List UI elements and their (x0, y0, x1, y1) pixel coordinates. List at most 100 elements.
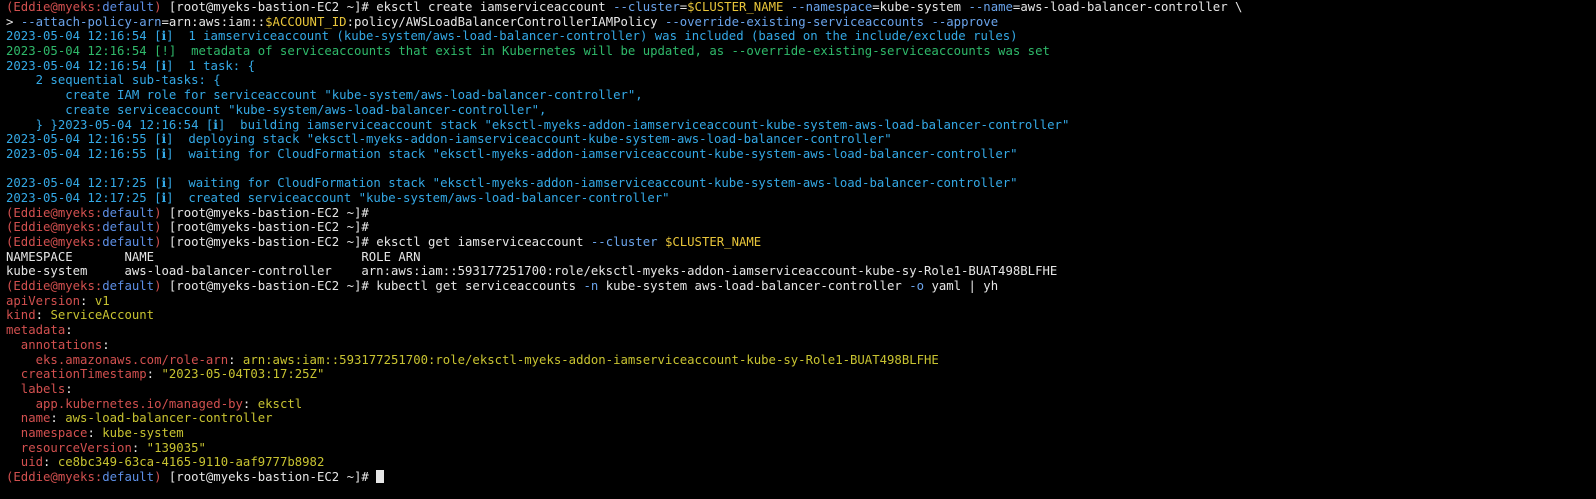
line-text: =aws-load-balancer-controller \ (1012, 0, 1243, 14)
line-text: namespace (6, 425, 88, 440)
prompt-line: (Eddie@myeks:default) [root@myeks-bastio… (6, 470, 1596, 485)
output-line: kube-system aws-load-balancer-controller… (6, 264, 1596, 279)
output-line: 2023-05-04 12:17:25 [ℹ] waiting for Clou… (6, 176, 1596, 191)
output-line: > --attach-policy-arn=arn:aws:iam::$ACCO… (6, 15, 1596, 30)
line-text: > (6, 14, 21, 29)
prompt-user: Eddie@myeks (13, 0, 95, 14)
line-text: --approve (931, 14, 999, 29)
line-text: : (35, 308, 51, 323)
line-text: --override-existing-serviceaccounts (664, 14, 925, 29)
line-text: $CLUSTER_NAME (687, 0, 784, 14)
prompt-host: [root@myeks-bastion-EC2 ~]# (161, 220, 377, 235)
output-line: namespace: kube-system (6, 426, 1596, 441)
prompt-line: (Eddie@myeks:default) [root@myeks-bastio… (6, 220, 1596, 235)
prompt-user: Eddie@myeks (13, 470, 95, 484)
line-text: : (102, 337, 110, 352)
line-text: ServiceAccount (50, 308, 155, 323)
text-cursor (376, 470, 385, 483)
line-text: :policy/AWSLoadBalancerControllerIAMPoli… (346, 14, 665, 29)
line-text: --cluster (613, 0, 680, 14)
line-text: } }2023-05-04 12:16:54 [ℹ] building iams… (6, 117, 1070, 132)
line-text: =arn:aws:iam:: (161, 14, 266, 29)
line-text: kube-system aws-load-balancer-controller (598, 279, 910, 294)
output-line: apiVersion: v1 (6, 294, 1596, 309)
prompt-line: (Eddie@myeks:default) [root@myeks-bastio… (6, 235, 1596, 250)
line-text: : (131, 440, 147, 455)
terminal-window[interactable]: (Eddie@myeks:default) [root@myeks-bastio… (0, 0, 1596, 499)
output-line: 2 sequential sub-tasks: { (6, 73, 1596, 88)
line-text: $CLUSTER_NAME (664, 235, 762, 249)
output-line: kind: ServiceAccount (6, 308, 1596, 323)
line-text: resourceVersion (6, 440, 132, 455)
line-text: =kube-system (872, 0, 969, 14)
line-text: 2023-05-04 12:16:54 [!] metadata of serv… (6, 44, 1050, 59)
line-text: : (228, 352, 243, 367)
output-line: resourceVersion: "139035" (6, 441, 1596, 456)
line-text: name (6, 411, 51, 426)
line-text: : (50, 411, 66, 426)
prompt-context: default (102, 235, 155, 249)
line-text: kube-system (102, 425, 184, 440)
line-text: v1 (94, 293, 110, 308)
prompt-context: default (102, 0, 155, 14)
output-line: annotations: (6, 338, 1596, 353)
prompt-host: [root@myeks-bastion-EC2 ~]# (161, 279, 377, 294)
prompt-line: (Eddie@myeks:default) [root@myeks-bastio… (6, 279, 1596, 294)
output-line: eks.amazonaws.com/role-arn: arn:aws:iam:… (6, 353, 1596, 368)
line-text: -o (909, 279, 925, 294)
line-text: 2023-05-04 12:16:55 [ℹ] waiting for Clou… (6, 146, 1018, 161)
line-text: metadata (6, 323, 66, 338)
prompt-host: [root@myeks-bastion-EC2 ~]# (161, 205, 377, 220)
output-line: 2023-05-04 12:16:54 [!] metadata of serv… (6, 44, 1596, 59)
line-text: kube-system aws-load-balancer-controller… (6, 264, 1058, 279)
prompt-user: Eddie@myeks (13, 220, 95, 235)
prompt-context: default (102, 220, 155, 235)
line-text: eksctl get iamserviceaccount (376, 235, 591, 249)
line-text: --namespace (790, 0, 873, 14)
line-text: 2023-05-04 12:16:54 [ℹ] 1 iamserviceacco… (6, 29, 1018, 44)
line-text: 2023-05-04 12:17:25 [ℹ] created servicea… (6, 190, 670, 205)
line-text: 2023-05-04 12:17:25 [ℹ] waiting for Clou… (6, 176, 1018, 191)
output-line: uid: ce8bc349-63ca-4165-9110-aaf9777b898… (6, 455, 1596, 470)
line-text: kind (6, 308, 36, 323)
line-text: annotations (6, 337, 103, 352)
prompt-context: default (102, 279, 155, 294)
line-text: : (146, 367, 162, 382)
line-text: labels (6, 381, 66, 396)
line-text: eks.amazonaws.com/role-arn (6, 352, 229, 367)
line-text: "139035" (146, 440, 206, 455)
output-line: 2023-05-04 12:16:54 [ℹ] 1 iamserviceacco… (6, 29, 1596, 44)
prompt-user: Eddie@myeks (13, 205, 95, 220)
prompt-context: default (102, 470, 155, 484)
prompt-host: [root@myeks-bastion-EC2 ~]# (161, 235, 377, 249)
line-text (783, 0, 790, 14)
prompt-line: (Eddie@myeks:default) [root@myeks-bastio… (6, 206, 1596, 221)
line-text: 2023-05-04 12:16:55 [ℹ] deploying stack … (6, 132, 892, 147)
prompt-user: Eddie@myeks (13, 279, 95, 294)
line-text: : (65, 381, 73, 396)
line-text: -n (583, 279, 599, 294)
output-line: 2023-05-04 12:16:55 [ℹ] deploying stack … (6, 132, 1596, 147)
line-text: : (43, 455, 58, 470)
line-text: create IAM role for serviceaccount "kube… (6, 88, 643, 103)
line-text: ce8bc349-63ca-4165-9110-aaf9777b8982 (57, 455, 325, 470)
output-line: creationTimestamp: "2023-05-04T03:17:25Z… (6, 367, 1596, 382)
line-text: yaml | yh (924, 279, 999, 294)
line-text: NAMESPACE NAME ROLE ARN (6, 249, 421, 264)
output-line: create serviceaccount "kube-system/aws-l… (6, 103, 1596, 118)
prompt-context: default (102, 205, 155, 220)
line-text: eksctl (257, 396, 303, 411)
line-text: --attach-policy-arn (20, 14, 162, 29)
line-text: : (87, 425, 103, 440)
line-text: kubectl get serviceaccounts (376, 279, 584, 294)
line-text: create serviceaccount "kube-system/aws-l… (6, 102, 547, 117)
output-line: metadata: (6, 323, 1596, 338)
line-text: : (242, 396, 258, 411)
output-line: name: aws-load-balancer-controller (6, 411, 1596, 426)
output-line: labels: (6, 382, 1596, 397)
line-text: 2023-05-04 12:16:54 [ℹ] 1 task: { (6, 58, 255, 73)
line-text: "2023-05-04T03:17:25Z" (161, 367, 325, 382)
output-line: 2023-05-04 12:16:55 [ℹ] waiting for Clou… (6, 147, 1596, 162)
line-text: : (80, 293, 95, 308)
